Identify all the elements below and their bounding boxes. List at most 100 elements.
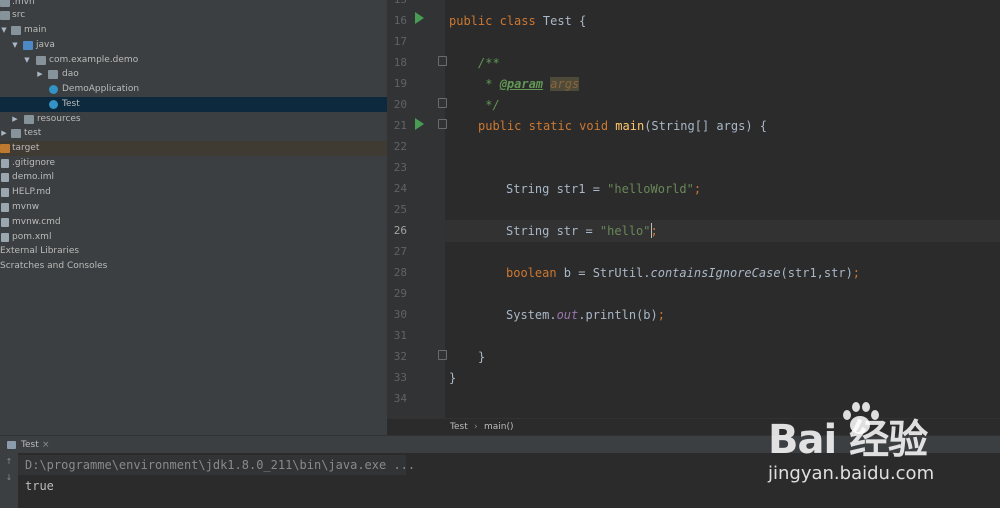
tree-item-label: src bbox=[12, 10, 26, 20]
tree-item-mvnw-cmd[interactable]: mvnw.cmd bbox=[0, 215, 387, 230]
spring-class-icon bbox=[49, 85, 58, 94]
tree-item-label: pom.xml bbox=[12, 232, 52, 242]
tree-item-dao[interactable]: ▶ dao bbox=[0, 67, 387, 82]
breadcrumb-separator: › bbox=[474, 422, 478, 432]
breadcrumb-class[interactable]: Test bbox=[450, 419, 468, 436]
fold-icon[interactable] bbox=[438, 98, 447, 108]
code-line-30: System.out.println(b); bbox=[506, 308, 665, 322]
keyword: public class bbox=[449, 14, 543, 28]
code-text: String str1 = bbox=[506, 182, 608, 196]
tree-item-src[interactable]: src bbox=[0, 8, 387, 23]
chevron-right-icon[interactable]: ▶ bbox=[36, 67, 44, 82]
doc-comment: /** bbox=[478, 56, 500, 70]
tree-item-resources[interactable]: ▶ resources bbox=[0, 112, 387, 127]
tab-label: Test bbox=[21, 440, 39, 450]
code-line-32: } bbox=[478, 350, 485, 364]
line-number: 30 bbox=[393, 308, 407, 321]
tree-item-mvnw[interactable]: mvnw bbox=[0, 200, 387, 215]
tree-item-label: test bbox=[24, 128, 42, 138]
chevron-down-icon[interactable]: ▼ bbox=[0, 23, 8, 38]
tree-item-label: mvnw bbox=[12, 202, 40, 212]
line-number-current: 26 bbox=[393, 224, 407, 237]
tree-item-label: .gitignore bbox=[12, 158, 56, 168]
tree-item-gitignore[interactable]: .gitignore bbox=[0, 156, 387, 171]
tree-item-demoapplication[interactable]: DemoApplication bbox=[0, 82, 387, 97]
excluded-folder-icon bbox=[0, 144, 10, 153]
chevron-right-icon[interactable]: ▶ bbox=[11, 112, 19, 127]
run-main-icon[interactable] bbox=[415, 118, 424, 130]
arrow-up-icon[interactable]: ↑ bbox=[4, 457, 14, 467]
line-number: 23 bbox=[393, 161, 407, 174]
fold-icon[interactable] bbox=[438, 350, 447, 360]
tree-item-demo-iml[interactable]: demo.iml bbox=[0, 170, 387, 185]
tree-item-package[interactable]: ▼ com.example.demo bbox=[0, 53, 387, 68]
line-number: 29 bbox=[393, 287, 407, 300]
chevron-down-icon[interactable]: ▼ bbox=[11, 38, 19, 53]
code-line-21: public static void main(String[] args) { bbox=[478, 119, 767, 133]
file-icon bbox=[1, 203, 9, 212]
line-number: 28 bbox=[393, 266, 407, 279]
closing-brace: } bbox=[449, 371, 457, 385]
keyword: public static void bbox=[478, 119, 616, 133]
line-number: 31 bbox=[393, 329, 407, 342]
chevron-right-icon[interactable]: ▶ bbox=[0, 126, 8, 141]
line-number: 21 bbox=[393, 119, 407, 132]
watermark-logo: Bai 经验 bbox=[768, 417, 928, 463]
arrow-down-icon[interactable]: ↓ bbox=[4, 473, 14, 483]
folder-icon bbox=[11, 129, 21, 138]
tree-item-label: java bbox=[36, 40, 55, 50]
line-number: 27 bbox=[393, 245, 407, 258]
tree-item-scratches[interactable]: Scratches and Consoles bbox=[0, 259, 387, 274]
method-params: (String[] args) { bbox=[644, 119, 768, 133]
tree-item-label: Test bbox=[62, 99, 80, 109]
doc-tag: @param bbox=[499, 77, 544, 91]
tree-item-label: HELP.md bbox=[12, 187, 51, 197]
text-caret bbox=[651, 223, 652, 238]
file-icon bbox=[1, 233, 9, 242]
tree-item-label: Scratches and Consoles bbox=[0, 261, 108, 271]
line-number: 18 bbox=[393, 56, 407, 69]
run-class-icon[interactable] bbox=[415, 12, 424, 24]
console-icon bbox=[7, 441, 16, 449]
console-line: true bbox=[25, 479, 54, 493]
line-number: 34 bbox=[393, 392, 407, 405]
fold-icon[interactable] bbox=[438, 119, 447, 129]
chevron-down-icon[interactable]: ▼ bbox=[23, 53, 31, 68]
project-tool-window: .mvn src ▼ main ▼ java ▼ com.example.dem… bbox=[0, 0, 387, 435]
doc-comment: * bbox=[478, 77, 500, 91]
file-icon bbox=[1, 218, 9, 227]
tree-item-label: DemoApplication bbox=[62, 84, 140, 94]
fold-icon[interactable] bbox=[438, 56, 447, 66]
code-line-24: String str1 = "helloWorld"; bbox=[506, 182, 701, 196]
tree-item-test-class[interactable]: Test bbox=[0, 97, 387, 112]
class-declaration: Test { bbox=[542, 14, 587, 28]
code-line-20: */ bbox=[478, 98, 500, 112]
doc-param: args bbox=[550, 77, 580, 91]
class-icon bbox=[49, 100, 58, 109]
doc-comment: */ bbox=[478, 98, 500, 112]
tab-run-test[interactable]: Test × bbox=[0, 436, 55, 454]
breadcrumb-method[interactable]: main() bbox=[484, 419, 514, 436]
tree-item-pom-xml[interactable]: pom.xml bbox=[0, 230, 387, 245]
tree-item-main[interactable]: ▼ main bbox=[0, 23, 387, 38]
tree-item-java[interactable]: ▼ java bbox=[0, 38, 387, 53]
method-name: main bbox=[615, 119, 645, 133]
code-line-19: * @param args bbox=[478, 77, 580, 91]
close-icon[interactable]: × bbox=[42, 436, 50, 454]
file-icon bbox=[1, 188, 9, 197]
resources-folder-icon bbox=[24, 115, 34, 124]
tree-item-label: main bbox=[24, 25, 47, 35]
tree-item-label: resources bbox=[37, 114, 81, 124]
code-line-33: } bbox=[449, 371, 456, 385]
tree-item-external-libraries[interactable]: External Libraries bbox=[0, 244, 387, 259]
string-literal: "hello" bbox=[599, 224, 651, 238]
folder-icon bbox=[0, 11, 10, 20]
tree-item-help-md[interactable]: HELP.md bbox=[0, 185, 387, 200]
tree-item-label: External Libraries bbox=[0, 246, 80, 256]
static-field: out bbox=[556, 308, 579, 322]
tree-item-test-folder[interactable]: ▶ test bbox=[0, 126, 387, 141]
closing-brace: } bbox=[478, 350, 486, 364]
code-editor[interactable] bbox=[445, 0, 1000, 418]
run-toolbar: ↑ ↓ bbox=[0, 453, 18, 508]
tree-item-target[interactable]: target bbox=[0, 141, 387, 156]
